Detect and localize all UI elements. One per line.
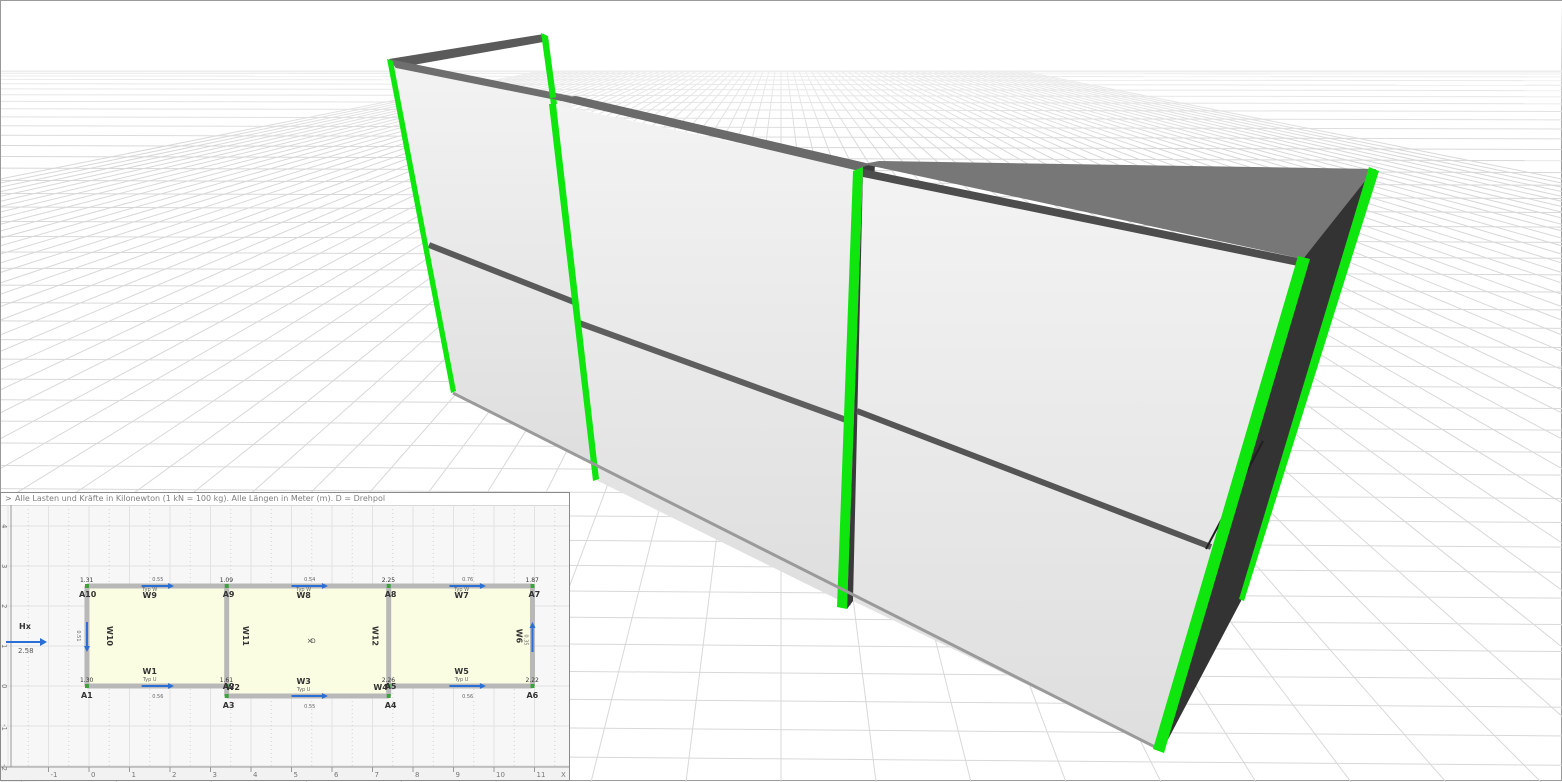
y-tick-label: 4 xyxy=(1,524,8,529)
wall-label-w3: W3 xyxy=(296,677,310,686)
arrow-value-w1: 0.56 xyxy=(152,694,163,700)
arrow-value-w9: 0.55 xyxy=(152,577,163,583)
load-value: 2.58 xyxy=(18,647,34,655)
x-tick-label: 0 xyxy=(91,771,95,779)
wall-type-label: Typ U xyxy=(296,687,311,693)
x-tick-label: 6 xyxy=(334,771,339,779)
anchor-value-a1: 1.30 xyxy=(80,677,94,684)
wall-label-w11: W11 xyxy=(241,626,250,646)
anchor-value-a7: 1.87 xyxy=(525,577,539,584)
x-tick-label: 10 xyxy=(496,771,505,779)
y-tick-label: 0 xyxy=(1,684,8,688)
anchor-label-a10: A10 xyxy=(79,590,97,599)
wall-type-label: Typ W xyxy=(295,587,311,593)
x-tick-label: 4 xyxy=(253,771,258,779)
load-label: Hx xyxy=(19,622,32,631)
panel-info-text: Alle Lasten und Kräfte in Kilonewton (1 … xyxy=(15,493,385,505)
horizon-fade xyxy=(1,1,1562,151)
arrow-value-w8: 0.54 xyxy=(304,577,315,583)
node-marker xyxy=(530,584,534,588)
anchor-value-a6: 2.22 xyxy=(525,677,539,684)
x-tick-label: 9 xyxy=(456,771,460,779)
node-marker xyxy=(85,584,89,588)
y-tick-label: 2 xyxy=(1,604,8,608)
wall-type-label: Typ U xyxy=(142,677,157,683)
load-arrow-hx-head xyxy=(40,638,47,646)
center-marker-label: D xyxy=(311,638,316,645)
anchor-label-a7: A7 xyxy=(528,590,540,599)
y-tick-label: 3 xyxy=(1,564,8,568)
arrow-value-w5: 0.56 xyxy=(462,694,473,700)
x-tick-label: 8 xyxy=(415,771,419,779)
anchor-value-a10: 1.31 xyxy=(80,577,94,584)
anchor-label-a1: A1 xyxy=(81,691,93,700)
node-marker xyxy=(387,694,391,698)
x-ruler xyxy=(1,767,570,781)
wall-type-label: Typ U xyxy=(454,677,469,683)
anchor-value-a8: 2.25 xyxy=(382,577,396,584)
anchor-label-a9: A9 xyxy=(223,590,235,599)
arrow-value-w10: 0.51 xyxy=(75,630,81,641)
wall-type-label: Typ W xyxy=(453,587,469,593)
wall-panel-middle[interactable] xyxy=(552,104,861,606)
y-tick-label: 1 xyxy=(1,644,8,648)
x-tick-label: 3 xyxy=(213,771,217,779)
arrow-value-w6: 0.35 xyxy=(522,634,528,645)
wall-type-label: Typ W xyxy=(141,587,157,593)
x-tick-label: 7 xyxy=(375,771,379,779)
expand-caret-icon[interactable]: > xyxy=(5,493,12,505)
x-tick-label: -1 xyxy=(51,771,58,779)
wall-panel-front[interactable] xyxy=(853,171,1303,749)
anchor-label-a8: A8 xyxy=(385,590,397,599)
wall-label-w10: W10 xyxy=(105,626,114,646)
node-marker xyxy=(85,684,89,688)
x-tick-label: 2 xyxy=(172,771,176,779)
anchor-label-a3: A3 xyxy=(223,701,235,710)
floor-plan-canvas[interactable]: -101234567891011X43210-1-2A101.31A91.09A… xyxy=(1,505,570,781)
wall-label-w2: W2 xyxy=(226,683,240,692)
x-tick-label: 1 xyxy=(132,771,136,779)
anchor-label-a6: A6 xyxy=(526,691,538,700)
wall-label-w4: W4 xyxy=(373,683,388,692)
node-marker xyxy=(530,684,534,688)
floor-plan-panel[interactable]: > Alle Lasten und Kräfte in Kilonewton (… xyxy=(0,492,570,781)
anchor-value-a9: 1.09 xyxy=(220,577,234,584)
arrow-value-w7: 0.76 xyxy=(462,577,473,583)
node-marker xyxy=(387,584,391,588)
y-tick-label: -1 xyxy=(1,724,8,731)
x-axis-label: X xyxy=(561,771,566,779)
arrow-value-w3: 0.55 xyxy=(304,704,315,710)
node-marker xyxy=(225,584,229,588)
x-tick-label: 5 xyxy=(294,771,298,779)
anchor-label-a4: A4 xyxy=(385,701,397,710)
wall-label-w12: W12 xyxy=(371,626,380,646)
wall-label-w1: W1 xyxy=(143,667,158,676)
node-marker xyxy=(225,694,229,698)
y-tick-label: -2 xyxy=(1,764,8,771)
x-tick-label: 11 xyxy=(537,771,546,779)
wall-label-w5: W5 xyxy=(454,667,469,676)
wall-label-w6: W6 xyxy=(514,629,523,644)
